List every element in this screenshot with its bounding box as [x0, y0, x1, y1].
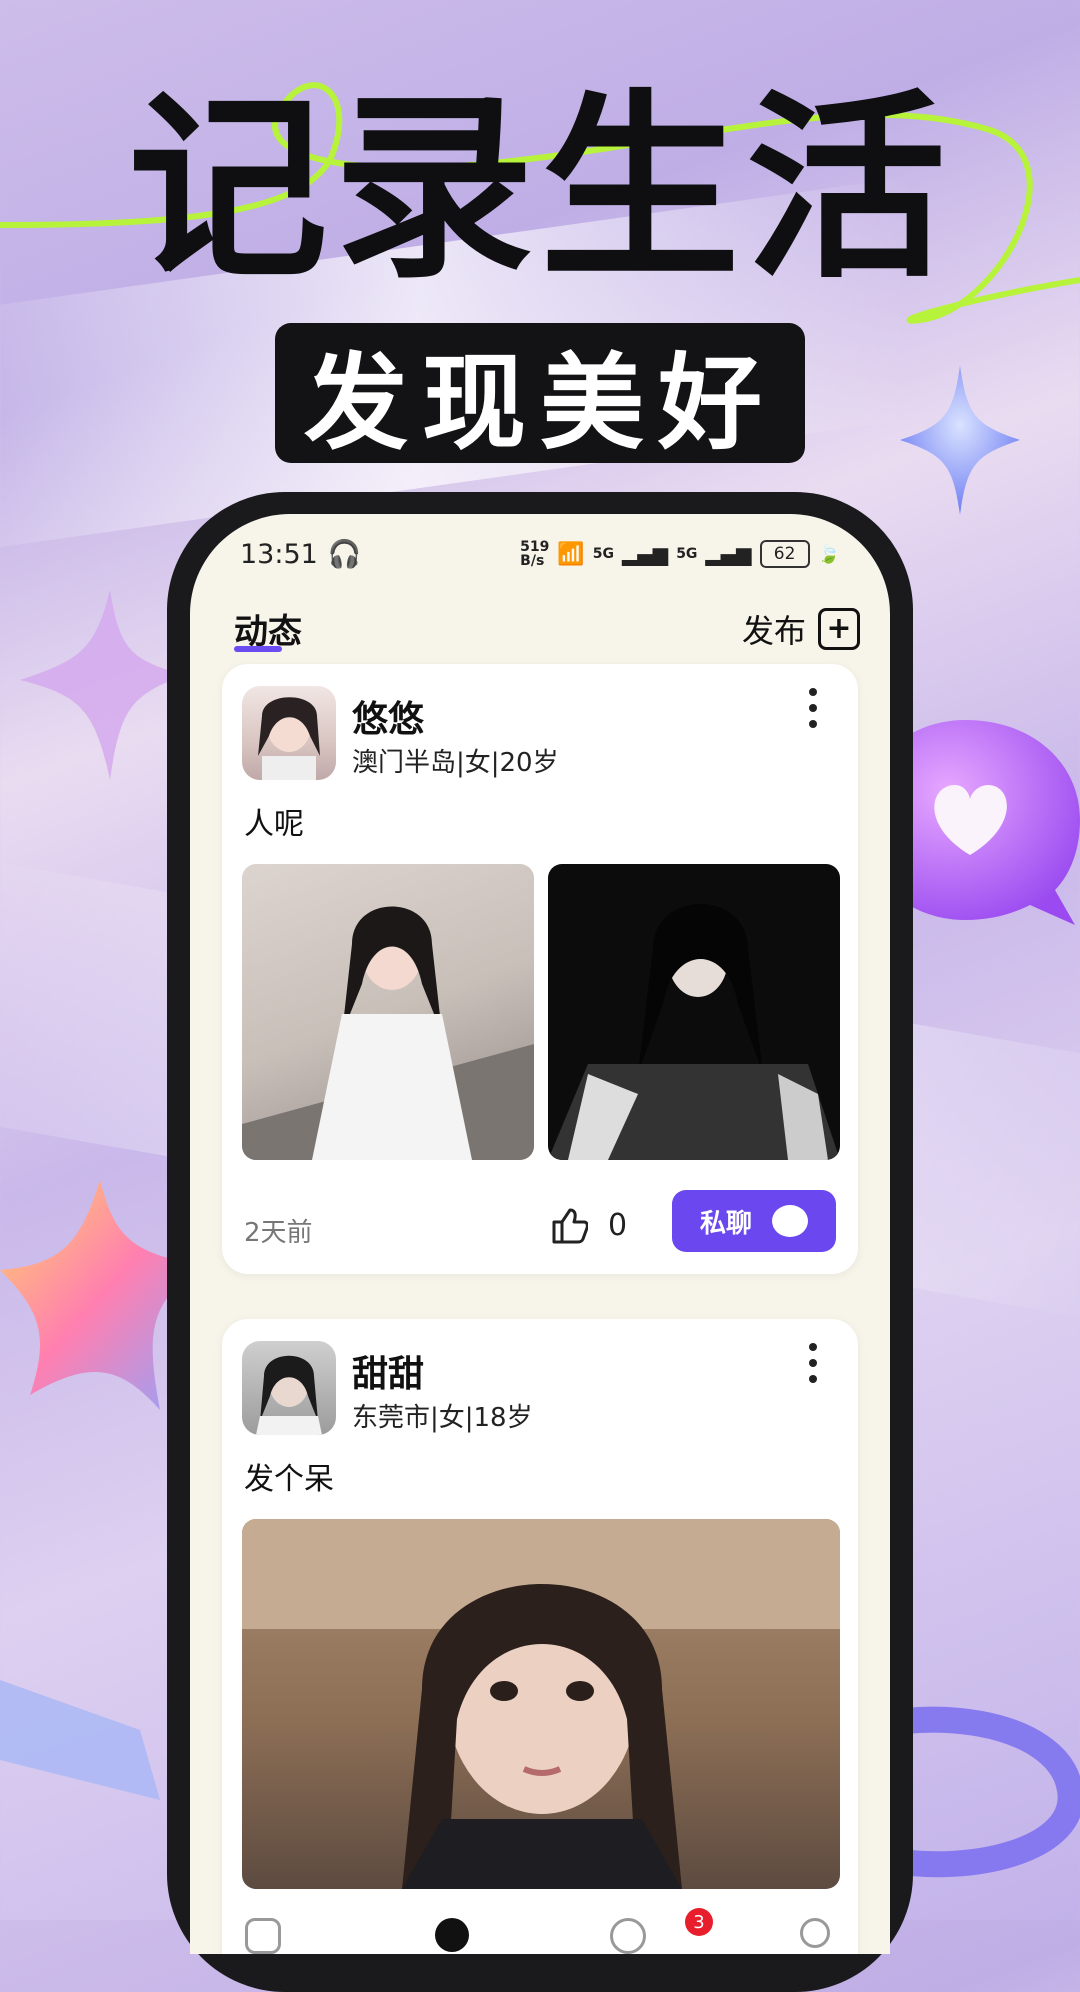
publish-button[interactable]: 发布 + — [742, 606, 860, 652]
planet-tab-icon[interactable] — [435, 1918, 469, 1952]
avatar[interactable] — [242, 686, 336, 780]
home-tab-icon[interactable] — [245, 1918, 281, 1954]
net-speed: 519 B/s — [520, 540, 549, 568]
status-bar: 13:51 🎧 519 B/s 📶 5G ▂▄▆ 5G ▂▄▆ 62 🍃 — [190, 514, 890, 594]
post-photo[interactable] — [548, 864, 840, 1160]
battery-icon: 62 — [759, 540, 810, 568]
headphones-icon: 🎧 — [327, 539, 362, 570]
profile-tab-icon[interactable] — [800, 1918, 830, 1948]
bottom-nav: 3 — [190, 1908, 890, 1954]
wifi-icon: 📶 — [557, 541, 585, 567]
signal-label-1: 5G — [592, 546, 615, 562]
plus-icon: + — [818, 608, 860, 650]
publish-label: 发布 — [741, 612, 806, 650]
like-count: 0 — [608, 1207, 628, 1243]
soft-star-icon — [20, 590, 185, 780]
post-text: 发个呆 — [244, 1462, 334, 1497]
user-name[interactable]: 甜甜 — [352, 1345, 424, 1397]
like-button[interactable]: 0 — [550, 1206, 627, 1244]
more-options-icon[interactable] — [808, 688, 818, 728]
post-card: 悠悠 澳门半岛|女|20岁 人呢 2天前 0 私聊 — [222, 664, 858, 1274]
signal-bars-icon: ▂▄▆ — [705, 542, 752, 566]
signal-bars-icon: ▂▄▆ — [622, 542, 669, 566]
post-time: 2天前 — [244, 1218, 313, 1248]
chat-bubble-icon — [772, 1205, 808, 1237]
net-speed-unit: B/s — [520, 553, 545, 569]
user-meta: 澳门半岛|女|20岁 — [352, 748, 559, 778]
battery-level: 62 — [773, 544, 796, 564]
phone-screen: 13:51 🎧 519 B/s 📶 5G ▂▄▆ 5G ▂▄▆ 62 🍃 动态 … — [190, 514, 890, 1954]
user-meta: 东莞市|女|18岁 — [352, 1403, 533, 1433]
glass-ribbon-icon — [0, 1680, 160, 1800]
sparkle-star-icon — [900, 365, 1020, 515]
status-time: 13:51 — [240, 538, 318, 570]
subheadline: 发现美好 — [303, 341, 776, 464]
messages-tab-icon[interactable] — [610, 1918, 646, 1954]
headline: 记录生活 — [127, 73, 952, 306]
leaf-icon: 🍃 — [817, 543, 840, 565]
top-nav: 动态 发布 + — [190, 594, 890, 664]
more-options-icon[interactable] — [808, 1343, 818, 1383]
message-badge: 3 — [685, 1908, 713, 1936]
private-chat-label: 私聊 — [699, 1208, 752, 1239]
user-name[interactable]: 悠悠 — [352, 690, 424, 742]
post-photo[interactable] — [242, 1519, 840, 1889]
avatar[interactable] — [242, 1341, 336, 1435]
thumbs-up-icon — [552, 1208, 588, 1244]
net-speed-value: 519 — [520, 539, 550, 555]
post-photo[interactable] — [242, 864, 534, 1160]
tab-underline — [234, 646, 282, 652]
post-card: 甜甜 东莞市|女|18岁 发个呆 — [222, 1319, 858, 1954]
private-chat-button[interactable]: 私聊 — [672, 1190, 836, 1252]
signal-label-2: 5G — [676, 546, 698, 562]
post-text: 人呢 — [244, 807, 304, 842]
subheadline-box: 发现美好 — [275, 323, 805, 464]
